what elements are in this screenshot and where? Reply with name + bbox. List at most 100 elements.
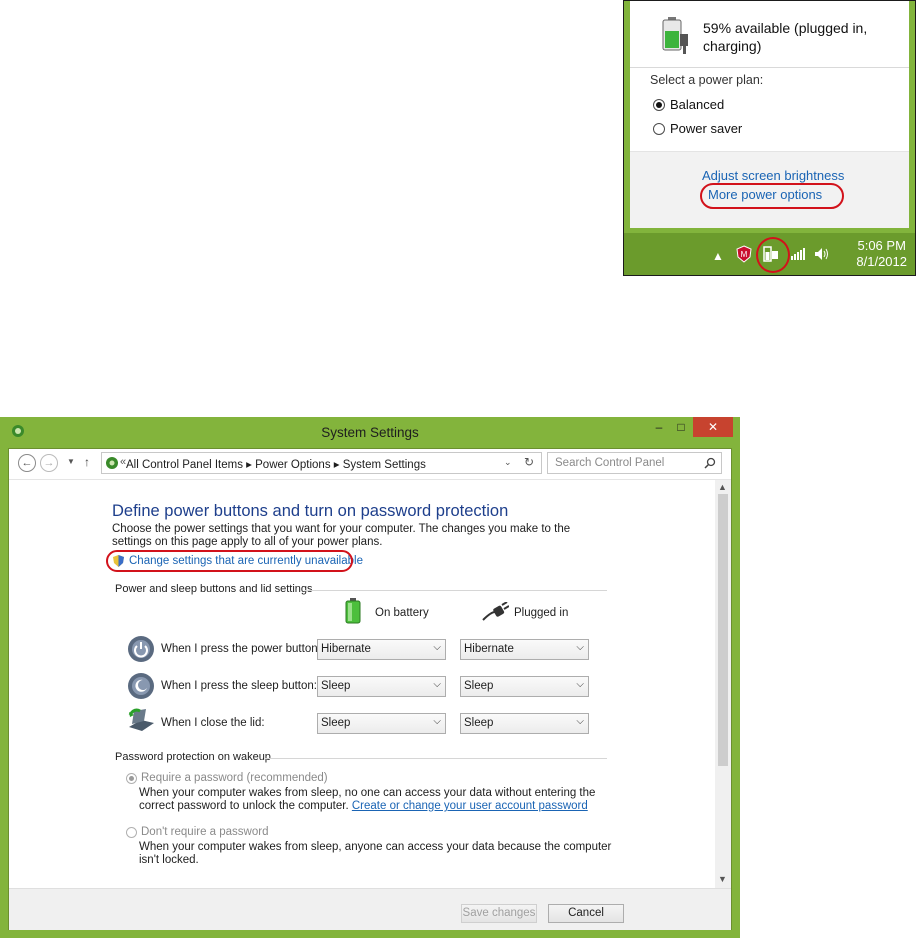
vertical-scrollbar[interactable]: ▲ ▼ (715, 480, 731, 888)
plugged-in-heading: Plugged in (514, 607, 569, 619)
more-power-options-link[interactable]: More power options (708, 187, 822, 202)
power-plug-icon (482, 602, 509, 621)
sleep-button-icon (128, 673, 154, 699)
divider (305, 590, 607, 591)
breadcrumb-separator-icon[interactable]: ▸ (334, 459, 343, 471)
adjust-brightness-link[interactable]: Adjust screen brightness (702, 168, 844, 183)
network-signal-icon[interactable] (790, 247, 806, 261)
change-settings-row[interactable]: Change settings that are currently unava… (112, 554, 363, 568)
breadcrumb-separator-icon[interactable]: ▸ (246, 459, 255, 471)
minimize-button[interactable]: – (650, 417, 668, 437)
breadcrumb-item[interactable]: Power Options (255, 459, 330, 471)
breadcrumb-item[interactable]: All Control Panel Items (126, 459, 243, 471)
address-bar[interactable]: « All Control Panel Items ▸ Power Option… (101, 452, 542, 474)
user-account-password-link[interactable]: Create or change your user account passw… (352, 800, 588, 812)
control-panel-folder-icon (106, 457, 118, 469)
power-button-label: When I press the power button: (161, 643, 321, 655)
select-value: Hibernate (321, 643, 371, 655)
taskbar: ▲ M 5:06 PM 8/1/2012 (624, 233, 915, 275)
power-button-icon (128, 636, 154, 662)
battery-icon (345, 598, 361, 624)
mcafee-shield-icon[interactable]: M (736, 245, 752, 263)
cancel-button[interactable]: Cancel (548, 904, 624, 923)
speaker-volume-icon[interactable] (814, 247, 830, 261)
divider (630, 67, 909, 68)
require-password-radio[interactable]: Require a password (recommended) (126, 772, 328, 784)
recent-locations-icon[interactable]: ▼ (67, 457, 75, 466)
sleep-button-battery-select[interactable]: Sleep ⌵ (317, 676, 446, 697)
scroll-down-icon[interactable]: ▼ (718, 874, 727, 884)
scrollbar-thumb[interactable] (718, 494, 728, 766)
show-hidden-icons-icon[interactable]: ▲ (712, 249, 724, 263)
radio-selected-icon[interactable] (653, 98, 665, 111)
power-button-battery-select[interactable]: Hibernate ⌵ (317, 639, 446, 660)
radio-selected-icon[interactable] (126, 772, 137, 784)
save-changes-button[interactable]: Save changes (461, 904, 537, 923)
plan-balanced-radio[interactable]: Balanced (653, 97, 724, 112)
select-value: Sleep (464, 680, 494, 692)
battery-flyout: 59% available (plugged in, charging) Sel… (623, 0, 916, 276)
power-button-plugged-select[interactable]: Hibernate ⌵ (460, 639, 589, 660)
scroll-up-icon[interactable]: ▲ (718, 482, 727, 492)
button-bar: Save changes Cancel (9, 888, 731, 930)
sleep-button-plugged-select[interactable]: Sleep ⌵ (460, 676, 589, 697)
search-input[interactable]: Search Control Panel (555, 457, 664, 469)
section-heading: Power and sleep buttons and lid settings (115, 583, 313, 595)
window-title: System Settings (321, 425, 419, 440)
battery-charging-icon (662, 17, 688, 54)
chevron-down-icon: ⌵ (576, 642, 584, 653)
clock-time: 5:06 PM (857, 238, 906, 253)
plan-power-saver-radio[interactable]: Power saver (653, 121, 742, 136)
maximize-button[interactable]: □ (672, 417, 690, 437)
breadcrumb-item[interactable]: System Settings (343, 459, 426, 471)
sleep-button-label: When I press the sleep button: (161, 680, 317, 692)
up-arrow-icon[interactable]: ↑ (84, 455, 90, 469)
plan-label: Balanced (670, 97, 725, 112)
search-box[interactable]: Search Control Panel (547, 452, 722, 474)
change-settings-link[interactable]: Change settings that are currently unava… (129, 555, 363, 567)
navigation-bar: ← → ▼ ↑ « All Control Panel Items ▸ Powe… (9, 449, 731, 480)
no-password-radio[interactable]: Don't require a password (126, 826, 268, 838)
radio-label: Require a password (recommended) (141, 772, 328, 784)
require-password-description: When your computer wakes from sleep, no … (139, 787, 619, 813)
laptop-lid-icon (128, 708, 154, 731)
flyout-panel: 59% available (plugged in, charging) Sel… (630, 1, 909, 228)
radio-unselected-icon[interactable] (653, 122, 665, 135)
page-description: Choose the power settings that you want … (112, 523, 571, 548)
chevron-down-icon: ⌵ (433, 716, 441, 727)
power-plan-label: Select a power plan: (650, 73, 764, 87)
battery-status-text: 59% available (plugged in, charging) (703, 20, 868, 54)
radio-label: Don't require a password (141, 826, 269, 838)
breadcrumb: All Control Panel Items ▸ Power Options … (126, 457, 426, 471)
address-dropdown-icon[interactable]: ⌄ (504, 457, 512, 468)
content-area: Define power buttons and turn on passwor… (9, 480, 715, 921)
chevron-down-icon: ⌵ (576, 679, 584, 690)
close-lid-battery-select[interactable]: Sleep ⌵ (317, 713, 446, 734)
chevron-down-icon: ⌵ (433, 679, 441, 690)
select-value: Sleep (321, 680, 351, 692)
divider (265, 758, 607, 759)
plan-label: Power saver (670, 121, 743, 136)
close-button[interactable]: ✕ (693, 417, 733, 437)
select-value: Hibernate (464, 643, 514, 655)
taskbar-clock[interactable]: 5:06 PM 8/1/2012 (856, 238, 907, 270)
title-bar[interactable]: System Settings – □ ✕ (0, 417, 740, 448)
select-value: Sleep (464, 717, 494, 729)
no-password-description: When your computer wakes from sleep, any… (139, 841, 612, 866)
window-client: ← → ▼ ↑ « All Control Panel Items ▸ Powe… (8, 448, 732, 930)
svg-text:M: M (741, 250, 748, 259)
radio-unselected-icon[interactable] (126, 826, 137, 838)
battery-status-area: 59% available (plugged in, charging) (630, 1, 909, 67)
flyout-links: Adjust screen brightness More power opti… (630, 151, 909, 228)
uac-shield-icon (113, 555, 124, 567)
search-icon[interactable] (704, 457, 716, 469)
select-value: Sleep (321, 717, 351, 729)
battery-tray-icon[interactable] (762, 243, 780, 265)
back-arrow-icon[interactable]: ← (18, 454, 36, 472)
refresh-icon[interactable]: ↻ (524, 455, 534, 469)
close-lid-plugged-select[interactable]: Sleep ⌵ (460, 713, 589, 734)
clock-date: 8/1/2012 (856, 254, 907, 269)
close-lid-label: When I close the lid: (161, 717, 265, 729)
forward-arrow-icon[interactable]: → (40, 454, 58, 472)
on-battery-heading: On battery (375, 607, 429, 619)
